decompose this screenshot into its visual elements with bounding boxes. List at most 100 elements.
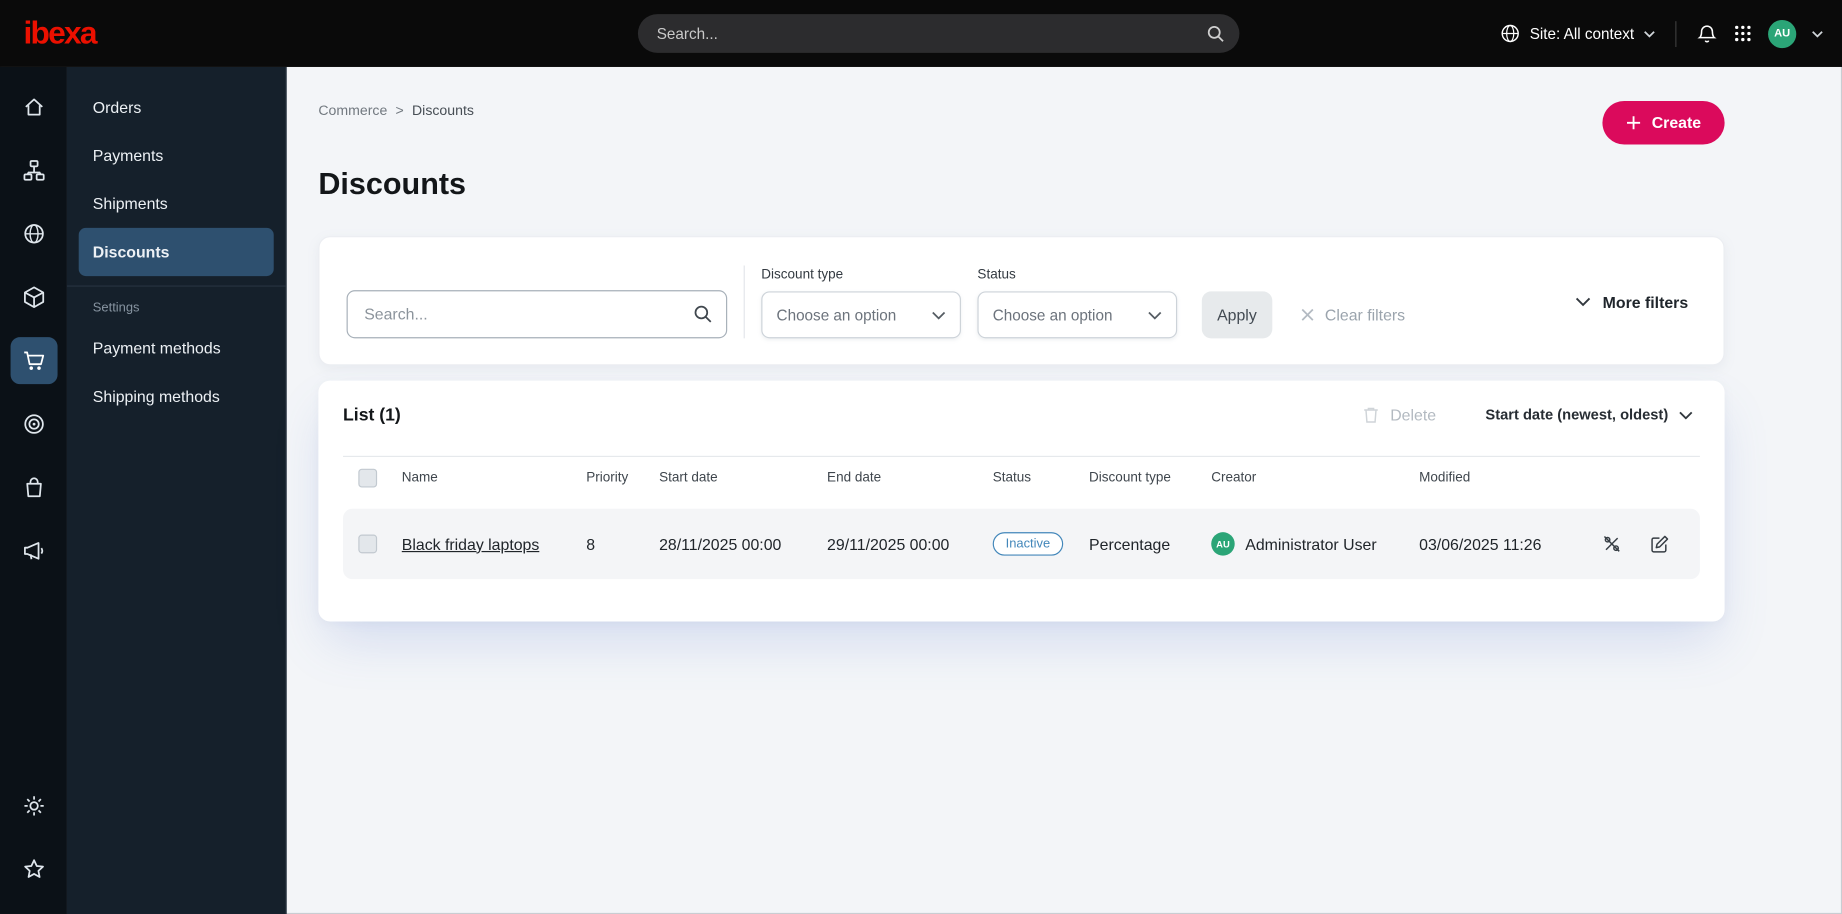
- chevron-down-icon: [1576, 297, 1591, 307]
- site-context-selector[interactable]: Site: All context: [1500, 23, 1655, 43]
- select-all-checkbox[interactable]: [358, 468, 378, 488]
- trash-icon: [1362, 405, 1381, 424]
- menu-item-shipping-methods[interactable]: Shipping methods: [67, 372, 286, 420]
- commerce-cart-icon[interactable]: [9, 337, 57, 385]
- sort-label: Start date (newest, oldest): [1485, 406, 1669, 423]
- sort-selector[interactable]: Start date (newest, oldest): [1478, 405, 1700, 424]
- global-search-input[interactable]: [637, 24, 1207, 43]
- more-filters-button[interactable]: More filters: [1569, 292, 1696, 312]
- list-title: List (1): [343, 404, 401, 425]
- menu-item-discounts[interactable]: Discounts: [78, 227, 274, 277]
- discount-type-filter: Discount type Choose an option: [761, 267, 961, 339]
- column-header-start-date: Start date: [659, 471, 718, 486]
- column-header-creator: Creator: [1211, 471, 1257, 486]
- bookmarks-star-icon[interactable]: [10, 846, 57, 893]
- filter-search-input[interactable]: [346, 290, 728, 339]
- ibexa-logo[interactable]: ibexa: [23, 15, 97, 51]
- column-header-modified: Modified: [1419, 471, 1471, 486]
- creator-name: Administrator User: [1245, 535, 1377, 553]
- global-search[interactable]: [637, 14, 1240, 53]
- row-start-date: 28/11/2025 00:00: [659, 535, 782, 553]
- breadcrumb-commerce[interactable]: Commerce: [318, 102, 387, 118]
- row-discount-type: Percentage: [1089, 535, 1171, 553]
- search-icon: [1207, 25, 1225, 43]
- chevron-down-icon: [1148, 311, 1162, 319]
- row-priority: 8: [586, 535, 596, 553]
- promotions-megaphone-icon[interactable]: [10, 527, 57, 574]
- commerce-menu: Orders Payments Shipments Discounts Sett…: [66, 66, 287, 914]
- discounts-table: Name Priority Start date End date Status…: [318, 457, 1724, 621]
- menu-item-payment-methods[interactable]: Payment methods: [67, 324, 286, 372]
- row-actions: [1590, 533, 1700, 554]
- breadcrumb-discounts: Discounts: [412, 102, 474, 119]
- dashboard-icon[interactable]: [10, 83, 57, 130]
- menu-divider: [66, 285, 286, 287]
- breadcrumb-separator: >: [395, 102, 404, 119]
- edit-icon[interactable]: [1649, 533, 1670, 554]
- deactivate-icon[interactable]: [1601, 533, 1622, 554]
- topbar-right: Site: All context AU: [1500, 19, 1842, 48]
- discounts-list-panel: List (1) Delete Start date (newest, olde…: [318, 380, 1725, 622]
- content-tree-icon[interactable]: [10, 147, 57, 194]
- menu-item-shipments[interactable]: Shipments: [67, 180, 286, 228]
- apps-grid-icon[interactable]: [1733, 23, 1753, 43]
- discount-name-link[interactable]: Black friday laptops: [402, 535, 540, 553]
- clear-filters-label: Clear filters: [1324, 306, 1406, 324]
- globe-icon: [1500, 23, 1520, 43]
- site-globe-icon[interactable]: [10, 210, 57, 257]
- personalization-target-icon[interactable]: [10, 401, 57, 448]
- column-header-name: Name: [401, 471, 438, 486]
- column-header-priority: Priority: [586, 471, 629, 486]
- filter-search: [346, 290, 728, 339]
- discount-type-select[interactable]: Choose an option: [761, 291, 961, 339]
- icon-rail: [0, 66, 67, 914]
- main-content: Commerce > Discounts Create Discounts Se…: [287, 67, 1842, 914]
- page-title: Discounts: [318, 165, 467, 201]
- row-modified: 03/06/2025 11:26: [1419, 535, 1542, 553]
- filters-panel: Discount type Choose an option Status Ch…: [318, 236, 1725, 366]
- close-icon: [1300, 308, 1314, 322]
- store-bag-icon[interactable]: [10, 464, 57, 511]
- app-window: ibexa Site: All context: [0, 0, 1842, 914]
- notifications-bell-icon[interactable]: [1696, 23, 1717, 44]
- site-context-label: Site: All context: [1529, 24, 1635, 43]
- row-creator: AU Administrator User: [1211, 532, 1419, 556]
- status-badge: Inactive: [992, 532, 1064, 556]
- product-catalog-icon[interactable]: [10, 274, 57, 321]
- table-row: Black friday laptops 8 28/11/2025 00:00 …: [343, 508, 1700, 580]
- user-avatar[interactable]: AU: [1768, 19, 1797, 48]
- chevron-down-icon: [1679, 411, 1693, 419]
- chevron-down-icon: [932, 311, 946, 319]
- chevron-down-icon: [1644, 30, 1656, 38]
- topbar-divider: [1675, 20, 1677, 47]
- menu-settings-label: Settings: [92, 300, 140, 315]
- breadcrumb: Commerce > Discounts: [318, 102, 474, 118]
- status-filter: Status Choose an option: [977, 267, 1178, 339]
- apply-button[interactable]: Apply: [1201, 291, 1273, 339]
- delete-button[interactable]: Delete: [1355, 404, 1443, 425]
- menu-item-orders[interactable]: Orders: [67, 83, 286, 131]
- clear-filters-button[interactable]: Clear filters: [1293, 291, 1412, 338]
- row-end-date: 29/11/2025 00:00: [827, 535, 950, 553]
- discount-type-label: Discount type: [761, 267, 844, 282]
- table-header-row: Name Priority Start date End date Status…: [343, 457, 1700, 499]
- row-checkbox[interactable]: [358, 534, 378, 554]
- column-header-end-date: End date: [827, 471, 882, 486]
- status-label: Status: [977, 267, 1016, 282]
- topbar: ibexa Site: All context: [0, 0, 1842, 67]
- status-select[interactable]: Choose an option: [977, 291, 1178, 339]
- create-button[interactable]: Create: [1602, 101, 1725, 145]
- column-header-status: Status: [992, 471, 1032, 486]
- plus-icon: [1626, 115, 1641, 130]
- status-value: Choose an option: [992, 306, 1113, 324]
- filter-divider: [743, 265, 745, 339]
- delete-button-label: Delete: [1390, 405, 1437, 424]
- settings-gear-icon[interactable]: [10, 782, 57, 829]
- discount-type-value: Choose an option: [776, 306, 897, 324]
- user-menu-chevron-icon[interactable]: [1812, 30, 1824, 38]
- creator-avatar: AU: [1211, 532, 1235, 556]
- more-filters-label: More filters: [1602, 293, 1689, 311]
- create-button-label: Create: [1651, 113, 1702, 132]
- search-icon: [693, 304, 712, 323]
- menu-item-payments[interactable]: Payments: [67, 132, 286, 180]
